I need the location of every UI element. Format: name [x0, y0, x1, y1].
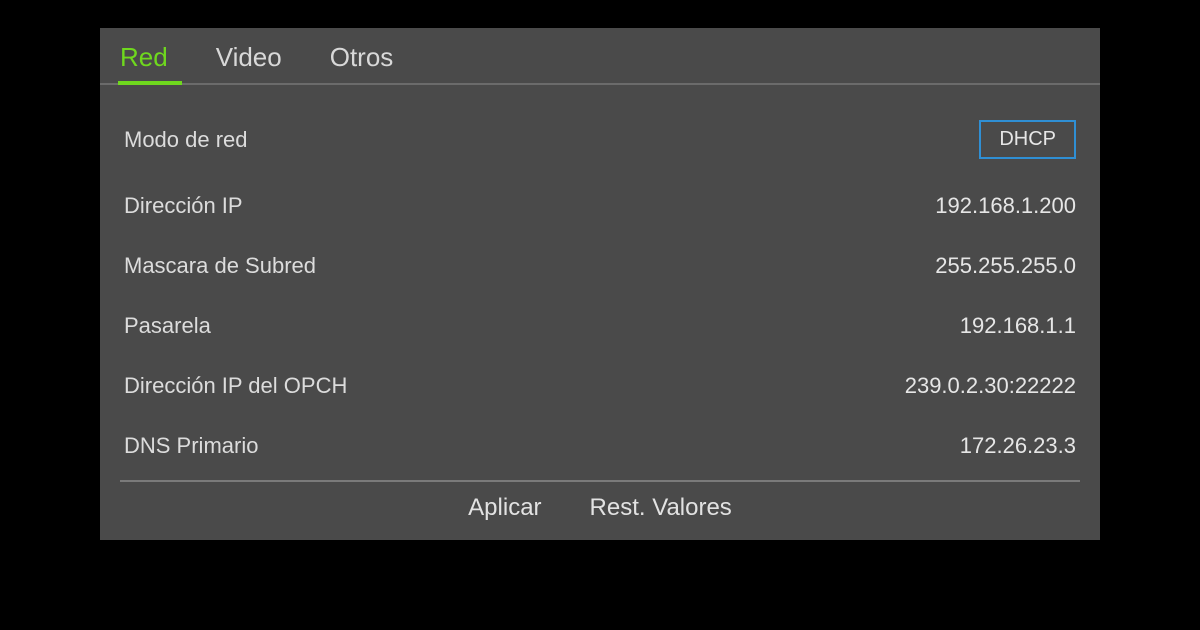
- footer-actions: Aplicar Rest. Valores: [100, 482, 1100, 540]
- label-gateway: Pasarela: [124, 313, 211, 339]
- network-mode-select[interactable]: DHCP: [979, 120, 1076, 159]
- value-opch-ip[interactable]: 239.0.2.30:22222: [905, 373, 1076, 399]
- label-network-mode: Modo de red: [124, 127, 248, 153]
- row-network-mode: Modo de red DHCP: [120, 103, 1080, 176]
- row-primary-dns: DNS Primario 172.26.23.3: [120, 416, 1080, 476]
- tab-video[interactable]: Video: [216, 42, 282, 83]
- label-opch-ip: Dirección IP del OPCH: [124, 373, 347, 399]
- tab-bar: Red Video Otros: [100, 28, 1100, 85]
- reset-button[interactable]: Rest. Valores: [590, 494, 732, 522]
- settings-panel: Red Video Otros Modo de red DHCP Direcci…: [100, 28, 1100, 540]
- label-ip-address: Dirección IP: [124, 193, 243, 219]
- row-gateway: Pasarela 192.168.1.1: [120, 296, 1080, 356]
- value-primary-dns[interactable]: 172.26.23.3: [960, 433, 1076, 459]
- apply-button[interactable]: Aplicar: [468, 494, 541, 522]
- label-subnet-mask: Mascara de Subred: [124, 253, 316, 279]
- tab-red[interactable]: Red: [120, 42, 168, 83]
- row-subnet-mask: Mascara de Subred 255.255.255.0: [120, 236, 1080, 296]
- row-opch-ip: Dirección IP del OPCH 239.0.2.30:22222: [120, 356, 1080, 416]
- row-ip-address: Dirección IP 192.168.1.200: [120, 176, 1080, 236]
- value-ip-address[interactable]: 192.168.1.200: [935, 193, 1076, 219]
- value-subnet-mask[interactable]: 255.255.255.0: [935, 253, 1076, 279]
- settings-content: Modo de red DHCP Dirección IP 192.168.1.…: [100, 85, 1100, 476]
- value-gateway[interactable]: 192.168.1.1: [960, 313, 1076, 339]
- label-primary-dns: DNS Primario: [124, 433, 258, 459]
- tab-otros[interactable]: Otros: [330, 42, 394, 83]
